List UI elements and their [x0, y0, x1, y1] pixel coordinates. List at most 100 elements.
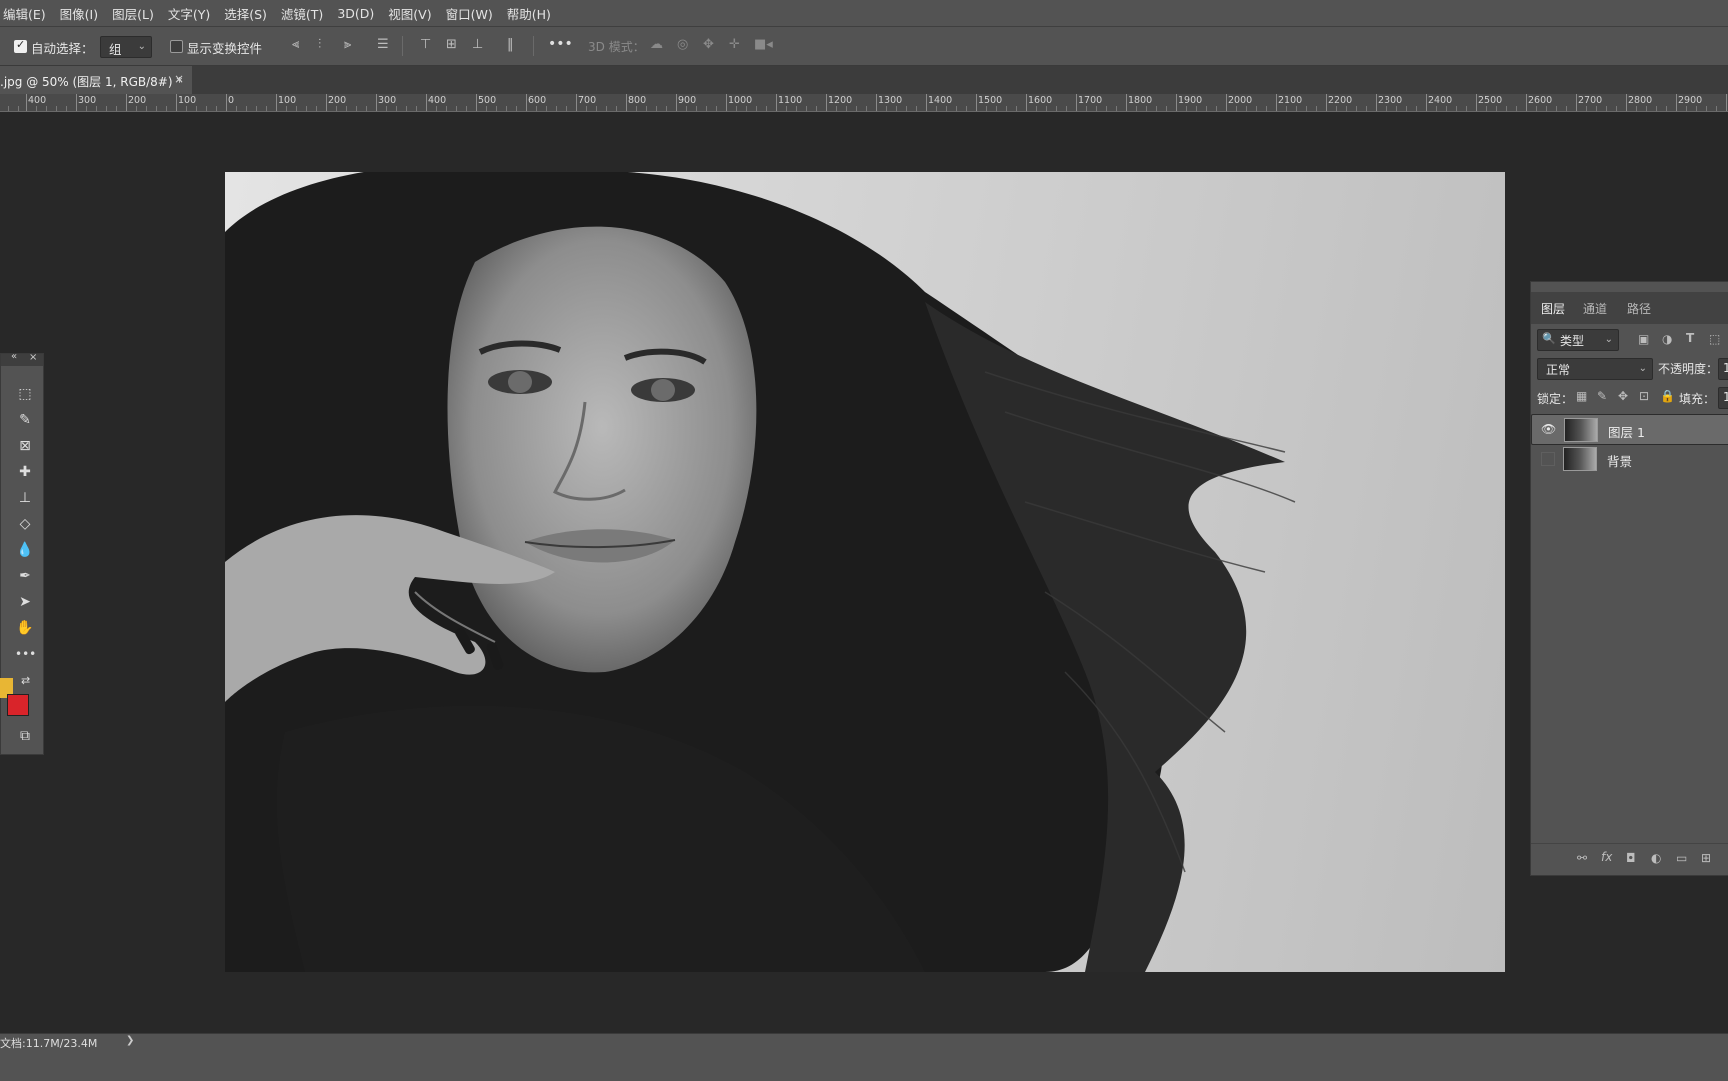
lock-transparent-icon[interactable]: ▦: [1576, 390, 1587, 402]
eraser-icon[interactable]: ◇: [15, 514, 35, 534]
menu-image[interactable]: 图像(I): [60, 4, 98, 23]
chevron-down-icon: ⌄: [1638, 363, 1647, 374]
marquee-icon[interactable]: ⬚: [15, 384, 35, 404]
3d-mode-label: 3D 模式：: [588, 40, 645, 54]
background-color-swatch[interactable]: [7, 694, 29, 716]
menu-filter[interactable]: 滤镜(T): [281, 4, 323, 23]
menu-edit[interactable]: 编辑(E): [3, 4, 46, 23]
fill-input[interactable]: 10: [1718, 387, 1728, 409]
show-transform-checkbox[interactable]: [170, 40, 183, 53]
pen-icon[interactable]: ✒: [15, 566, 35, 586]
stamp-icon[interactable]: ⊥: [15, 488, 35, 508]
3d-scale-icon[interactable]: ■◂: [754, 38, 773, 51]
auto-select-checkbox[interactable]: [14, 38, 27, 53]
filter-shape-icon[interactable]: ⬚: [1709, 333, 1720, 345]
frame-icon[interactable]: ⊠: [15, 436, 35, 456]
swap-colors-icon[interactable]: ⇄: [21, 674, 30, 687]
menu-layer[interactable]: 图层(L): [112, 4, 154, 23]
ruler-label: 0: [228, 95, 235, 106]
ruler-label: 1300: [878, 95, 903, 106]
ruler-label: 300: [78, 95, 97, 106]
distribute-vertical-icon[interactable]: ‖: [507, 38, 514, 51]
tab-paths[interactable]: 路径: [1627, 300, 1651, 317]
3d-orbit-icon[interactable]: ☁: [650, 38, 663, 51]
3d-roll-icon[interactable]: ◎: [677, 38, 688, 51]
lock-position-icon[interactable]: ✥: [1618, 390, 1628, 402]
adjustment-layer-icon[interactable]: ◐: [1651, 852, 1661, 864]
status-menu-arrow-icon[interactable]: ❯: [126, 1035, 134, 1046]
horizontal-ruler[interactable]: 400 300 200 100 0 100 200 300 400 500 600 700 800 900…: [0, 94, 1728, 112]
filter-pixel-icon[interactable]: ▣: [1638, 333, 1649, 345]
3d-pan-icon[interactable]: ✥: [703, 38, 714, 51]
healing-icon[interactable]: ✚: [15, 462, 35, 482]
blur-icon[interactable]: 💧: [15, 540, 35, 560]
lock-paint-icon[interactable]: ✎: [1597, 390, 1607, 402]
align-top-icon[interactable]: ⊤: [420, 38, 431, 51]
lock-all-icon[interactable]: 🔒: [1660, 390, 1675, 402]
layer-filter-dropdown[interactable]: 🔍 类型 ⌄: [1537, 329, 1619, 351]
more-tools-icon[interactable]: •••: [15, 644, 36, 664]
ruler-label: 1700: [1078, 95, 1103, 106]
close-icon[interactable]: ×: [174, 72, 184, 86]
mask-icon[interactable]: ◘: [1626, 852, 1636, 864]
layer-name[interactable]: 图层 1: [1608, 422, 1645, 441]
auto-select-value: 组: [109, 42, 122, 57]
auto-select-dropdown[interactable]: 组 ⌄: [100, 36, 152, 58]
filter-type-icon[interactable]: T: [1686, 332, 1694, 344]
layer-filter-value: 类型: [1560, 334, 1585, 348]
layer-row[interactable]: 👁 图层 1: [1531, 414, 1728, 445]
filter-adjustment-icon[interactable]: ◑: [1662, 333, 1672, 345]
more-options-icon[interactable]: •••: [548, 37, 573, 51]
fx-icon[interactable]: fx: [1601, 851, 1612, 863]
folder-icon[interactable]: ▭: [1676, 852, 1687, 864]
ruler-label: 700: [578, 95, 597, 106]
path-select-icon[interactable]: ➤: [15, 592, 35, 612]
ruler-label: 2600: [1528, 95, 1553, 106]
collapse-icon[interactable]: «: [11, 351, 17, 362]
chevron-down-icon: ⌄: [1604, 334, 1613, 345]
align-bottom-icon[interactable]: ⊥: [472, 38, 483, 51]
document-canvas-image[interactable]: [225, 172, 1505, 972]
visibility-toggle-icon[interactable]: [1541, 452, 1555, 466]
link-icon[interactable]: ⚯: [1577, 852, 1587, 864]
menu-window[interactable]: 窗口(W): [446, 4, 493, 23]
close-icon[interactable]: ×: [29, 352, 37, 363]
tab-channels[interactable]: 通道: [1583, 300, 1607, 317]
layer-name[interactable]: 背景: [1607, 451, 1632, 470]
layer-row[interactable]: 背景: [1531, 444, 1728, 473]
tools-panel-header[interactable]: « ×: [1, 351, 43, 366]
options-bar: 自动选择： 组 ⌄ 显示变换控件 ⫷ ⫶ ⫸ ☰ ⊤ ⊞ ⊥ ‖ ••• 3D …: [0, 27, 1728, 66]
screen-mode-icon[interactable]: ⧉: [15, 726, 35, 746]
ruler-label: 2300: [1378, 95, 1403, 106]
quick-select-icon[interactable]: ✎: [15, 410, 35, 430]
distribute-icon[interactable]: ☰: [377, 38, 389, 51]
fill-label: 填充：: [1679, 392, 1716, 406]
tab-layers[interactable]: 图层: [1541, 300, 1565, 317]
align-left-icon[interactable]: ⫷: [292, 38, 299, 51]
ruler-label: 1500: [978, 95, 1003, 106]
menu-help[interactable]: 帮助(H): [507, 4, 551, 23]
opacity-input[interactable]: 10: [1718, 358, 1728, 380]
layers-panel-tabs: 图层 通道 路径: [1531, 292, 1728, 324]
chevron-down-icon: ⌄: [137, 41, 146, 52]
menu-type[interactable]: 文字(Y): [168, 4, 210, 23]
blend-mode-dropdown[interactable]: 正常 ⌄: [1537, 358, 1653, 380]
menu-select[interactable]: 选择(S): [224, 4, 267, 23]
ruler-label: 200: [328, 95, 347, 106]
layer-thumbnail: [1564, 418, 1598, 442]
ruler-label: 400: [28, 95, 47, 106]
lock-artboard-icon[interactable]: ⊡: [1639, 390, 1649, 402]
hand-rotate-icon[interactable]: ✋: [15, 618, 35, 638]
align-right-icon[interactable]: ⫸: [344, 38, 351, 51]
document-tab-title: .jpg @ 50% (图层 1, RGB/8#) *: [0, 75, 183, 89]
ruler-label: 500: [478, 95, 497, 106]
align-vcenter-icon[interactable]: ⊞: [446, 38, 457, 51]
new-layer-icon[interactable]: ⊞: [1701, 852, 1711, 864]
menu-view[interactable]: 视图(V): [388, 4, 431, 23]
3d-slide-icon[interactable]: ✛: [729, 38, 740, 51]
document-tab[interactable]: .jpg @ 50% (图层 1, RGB/8#) * ×: [0, 66, 192, 94]
align-hcenter-icon[interactable]: ⫶: [318, 38, 321, 51]
menu-3d[interactable]: 3D(D): [337, 6, 374, 21]
ruler-label: 2000: [1228, 95, 1253, 106]
eye-icon[interactable]: 👁: [1541, 422, 1556, 436]
